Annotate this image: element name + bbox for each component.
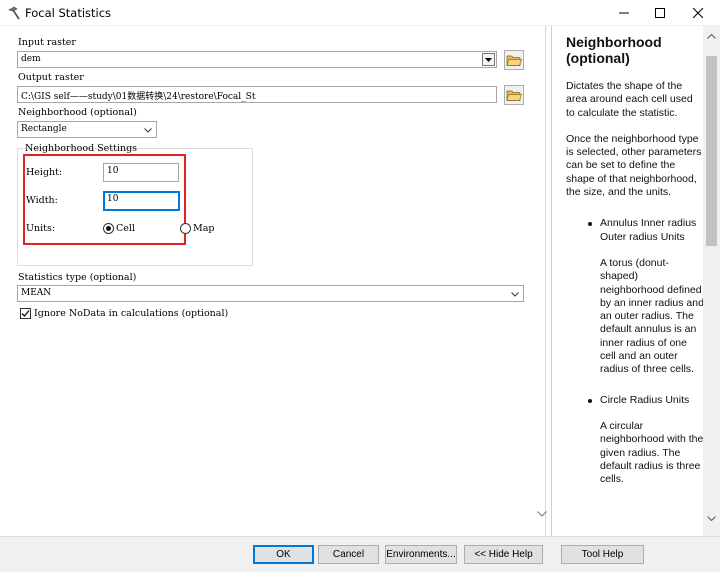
bullet-icon (588, 398, 592, 403)
title-bar: Focal Statistics (0, 0, 720, 26)
cancel-button[interactable]: Cancel (318, 545, 379, 564)
chevron-down-icon (143, 124, 153, 136)
parameters-panel: Input raster dem Output raster C:\GIS se… (0, 26, 546, 536)
open-folder-icon (506, 55, 522, 66)
help-list-item: Circle Radius Units (566, 394, 704, 407)
hammer-icon (8, 6, 20, 20)
minimize-button[interactable] (606, 0, 642, 26)
scroll-up-icon[interactable] (707, 32, 716, 40)
ok-button[interactable]: OK (253, 545, 314, 564)
help-content: Neighborhood (optional) Dictates the sha… (566, 34, 704, 499)
unit-cell-label: Cell (116, 223, 135, 234)
output-raster-field[interactable]: C:\GIS self——study\01数据转换\24\restore\Foc… (17, 86, 497, 103)
help-scrollbar[interactable] (703, 26, 720, 536)
output-raster-browse-button[interactable] (504, 85, 524, 105)
statistics-type-value: MEAN (21, 288, 52, 298)
ignore-nodata-label: Ignore NoData in calculations (optional) (34, 308, 229, 319)
neighborhood-label: Neighborhood (optional) (18, 107, 137, 118)
open-folder-icon (506, 90, 522, 101)
input-raster-browse-button[interactable] (504, 50, 524, 70)
help-list-item: Annulus Inner radius Outer radius Units (566, 217, 704, 244)
unit-cell-radio[interactable] (103, 223, 114, 234)
neighborhood-dropdown[interactable]: Rectangle (17, 121, 157, 138)
minimize-icon (619, 12, 629, 14)
scroll-down-icon[interactable] (707, 514, 716, 522)
help-title: Neighborhood (optional) (566, 34, 662, 66)
scrollbar-thumb[interactable] (706, 56, 717, 246)
statistics-type-dropdown[interactable]: MEAN (17, 285, 524, 302)
maximize-button[interactable] (642, 0, 678, 26)
tool-help-button[interactable]: Tool Help (561, 545, 644, 564)
radio-selected-dot (106, 226, 111, 231)
statistics-type-label: Statistics type (optional) (18, 272, 137, 283)
help-paragraph: Dictates the shape of the area around ea… (566, 80, 693, 119)
checkmark-icon (21, 310, 30, 317)
close-button[interactable] (680, 0, 716, 26)
chevron-down-icon (537, 511, 547, 517)
input-raster-value: dem (21, 54, 41, 64)
environments-button[interactable]: Environments... (385, 545, 457, 564)
chevron-down-icon[interactable] (482, 53, 495, 66)
hide-help-button[interactable]: << Hide Help (464, 545, 543, 564)
window-title: Focal Statistics (25, 6, 112, 20)
output-raster-label: Output raster (18, 72, 84, 83)
units-label: Units: (26, 223, 56, 234)
neighborhood-settings-title: Neighborhood Settings (25, 143, 138, 154)
help-item-title: Circle Radius Units (600, 393, 690, 406)
unit-map-label: Map (193, 223, 215, 234)
bullet-icon (588, 222, 592, 227)
unit-map-radio[interactable] (180, 223, 191, 234)
output-raster-value: C:\GIS self——study\01数据转换\24\restore\Foc… (21, 92, 256, 102)
input-raster-label: Input raster (18, 37, 76, 48)
neighborhood-value: Rectangle (21, 124, 67, 134)
close-icon (693, 8, 703, 18)
help-item-description: A torus (donut-shaped) neighborhood defi… (600, 256, 704, 376)
maximize-icon (655, 8, 665, 18)
ignore-nodata-checkbox[interactable] (20, 308, 31, 319)
button-bar: OK Cancel Environments... << Hide Help T… (0, 536, 720, 572)
help-paragraph: Once the neighborhood type is selected, … (566, 132, 702, 199)
help-item-title: Annulus Inner radius Outer radius Units (600, 217, 697, 243)
input-raster-combo[interactable]: dem (17, 51, 497, 68)
help-panel: Neighborhood (optional) Dictates the sha… (551, 26, 720, 536)
chevron-down-icon (510, 288, 520, 300)
help-item-description: A circular neighborhood with the given r… (600, 419, 704, 486)
